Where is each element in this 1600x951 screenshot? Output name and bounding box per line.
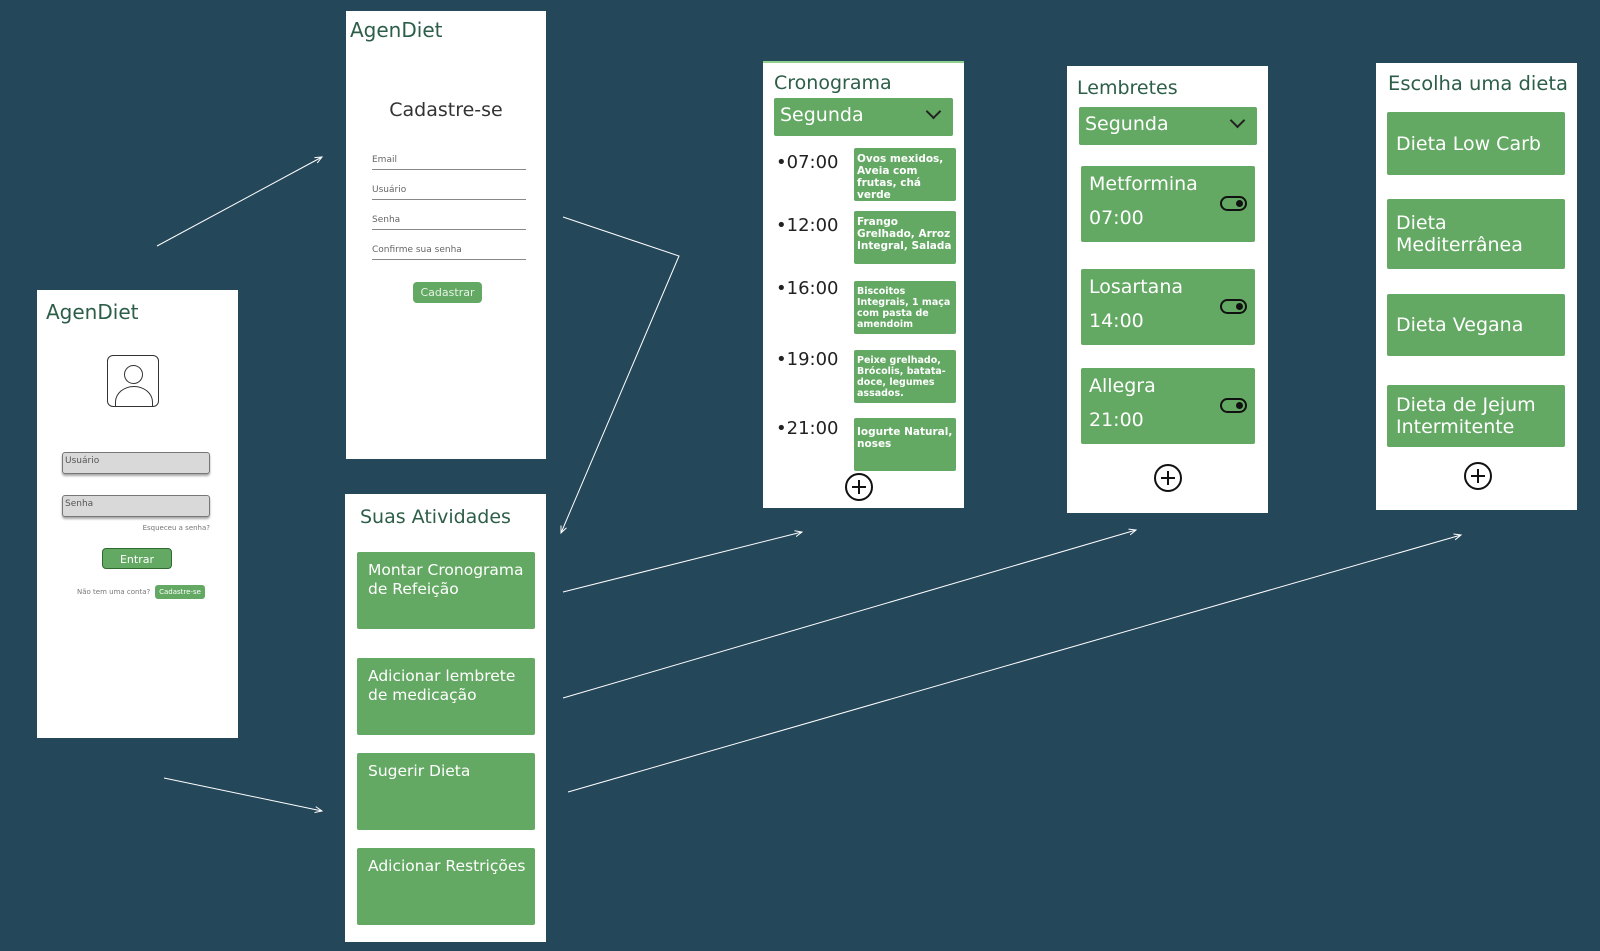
password-input[interactable]: Senha: [62, 495, 210, 517]
reminders-screen: Lembretes Segunda Metformina 07:00 Losar…: [1067, 66, 1268, 513]
schedule-meal[interactable]: Iogurte Natural, noses: [854, 418, 956, 471]
reminders-title: Lembretes: [1077, 77, 1178, 99]
toggle-icon[interactable]: [1220, 299, 1247, 314]
reminder-time: 14:00: [1089, 310, 1144, 332]
reminder-time: 07:00: [1089, 207, 1144, 229]
reminder-time: 21:00: [1089, 409, 1144, 431]
app-name: AgenDiet: [350, 18, 443, 42]
forgot-password-link[interactable]: Esqueceu a senha?: [143, 524, 210, 532]
day-select[interactable]: Segunda: [1079, 107, 1257, 145]
diet-option[interactable]: Dieta de Jejum Intermitente: [1387, 385, 1565, 447]
activities-screen: Suas Atividades Montar Cronograma de Ref…: [345, 494, 546, 942]
schedule-time: •12:00: [776, 215, 839, 236]
day-select-value: Segunda: [780, 104, 864, 126]
activities-title: Suas Atividades: [360, 506, 511, 528]
diet-option[interactable]: Dieta Mediterrânea: [1387, 199, 1565, 269]
reminder-card[interactable]: Losartana 14:00: [1081, 269, 1255, 345]
arrow-signup-to-activities: [561, 216, 680, 533]
signup-button[interactable]: Cadastre-se: [155, 585, 205, 599]
add-plus-icon[interactable]: [845, 473, 873, 501]
no-account-text: Não tem uma conta?: [77, 588, 151, 596]
diet-option[interactable]: Dieta Vegana: [1387, 294, 1565, 356]
schedule-meal[interactable]: Frango Grelhado, Arroz Integral, Salada: [854, 211, 956, 264]
diet-option[interactable]: Dieta Low Carb: [1387, 112, 1565, 175]
diets-screen: Escolha uma dieta Dieta Low Carb Dieta M…: [1376, 63, 1577, 510]
arrow-activities-to-reminders: [562, 530, 1136, 699]
confirm-password-field[interactable]: Confirme sua senha: [372, 245, 526, 260]
schedule-time: •21:00: [776, 418, 839, 439]
chevron-down-icon: [925, 103, 942, 120]
login-button[interactable]: Entrar: [102, 548, 172, 569]
signup-screen: AgenDiet Cadastre-se Email Usuário Senha…: [346, 11, 546, 459]
email-field[interactable]: Email: [372, 155, 526, 170]
reminder-card[interactable]: Allegra 21:00: [1081, 368, 1255, 444]
username-input[interactable]: Usuário: [62, 452, 210, 474]
schedule-meal[interactable]: Peixe grelhado, Brócolis, batata-doce, l…: [854, 350, 956, 403]
reminder-name: Allegra: [1089, 375, 1156, 397]
add-plus-icon[interactable]: [1464, 462, 1492, 490]
user-avatar-icon: [107, 355, 159, 407]
schedule-time: •19:00: [776, 349, 839, 370]
diets-title: Escolha uma dieta: [1388, 72, 1568, 95]
arrow-activities-to-diets: [567, 535, 1461, 793]
signup-heading: Cadastre-se: [389, 99, 503, 121]
reminder-name: Metformina: [1089, 173, 1198, 195]
arrow-login-to-signup: [156, 157, 322, 247]
activity-reminder-button[interactable]: Adicionar lembrete de medicação: [357, 658, 535, 735]
register-button[interactable]: Cadastrar: [413, 282, 482, 303]
schedule-time: •16:00: [776, 278, 839, 299]
reminder-card[interactable]: Metformina 07:00: [1081, 166, 1255, 242]
arrow-login-to-activities: [163, 777, 322, 811]
login-screen: AgenDiet Usuário Senha Esqueceu a senha?…: [37, 290, 238, 738]
activity-diet-button[interactable]: Sugerir Dieta: [357, 753, 535, 830]
add-plus-icon[interactable]: [1154, 464, 1182, 492]
day-select[interactable]: Segunda: [774, 98, 953, 136]
chevron-down-icon: [1229, 112, 1246, 129]
day-select-value: Segunda: [1085, 113, 1169, 135]
activity-restrictions-button[interactable]: Adicionar Restrições: [357, 848, 535, 925]
schedule-meal[interactable]: Biscoitos Integrais, 1 maça com pasta de…: [854, 281, 956, 334]
password-field[interactable]: Senha: [372, 215, 526, 230]
schedule-meal[interactable]: Ovos mexidos, Aveia com frutas, chá verd…: [854, 148, 956, 201]
arrow-activities-to-schedule: [562, 532, 802, 593]
app-name: AgenDiet: [46, 300, 139, 324]
reminder-name: Losartana: [1089, 276, 1184, 298]
schedule-screen: Cronograma Segunda •07:00 Ovos mexidos, …: [763, 61, 964, 508]
toggle-icon[interactable]: [1220, 398, 1247, 413]
schedule-title: Cronograma: [774, 72, 892, 94]
activity-schedule-button[interactable]: Montar Cronograma de Refeição: [357, 552, 535, 629]
toggle-icon[interactable]: [1220, 196, 1247, 211]
schedule-time: •07:00: [776, 152, 839, 173]
username-field[interactable]: Usuário: [372, 185, 526, 200]
